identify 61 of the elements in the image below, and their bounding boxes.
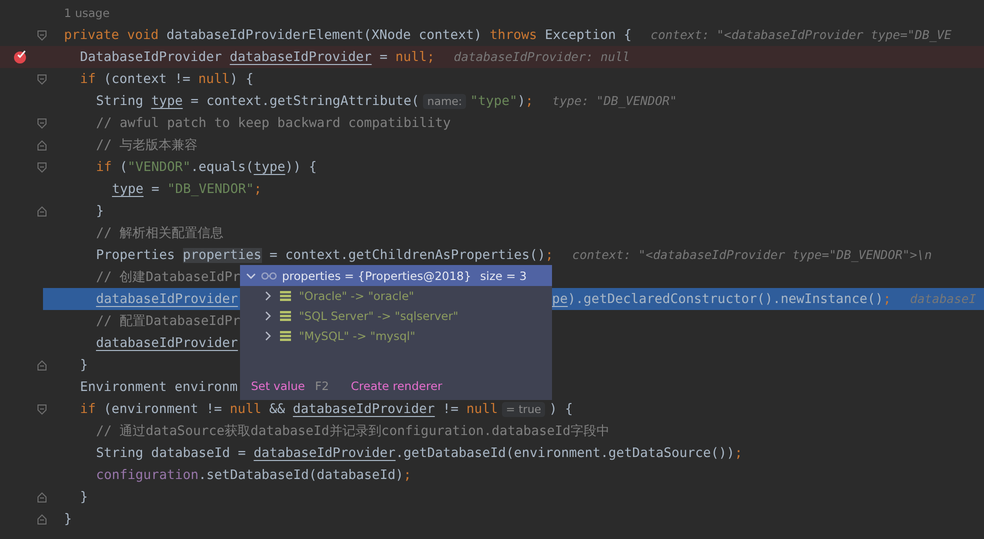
variable-value: properties = {Properties@2018} [282, 268, 472, 282]
chevron-right-icon[interactable] [264, 311, 272, 321]
code-text: databaseIdProvider [96, 292, 238, 306]
code-text: Properties properties = context.getChildrenAsProperties(); [96, 248, 554, 262]
code-comment: // 通过dataSource获取databaseId并记录到configuration.databaseId字段中 [96, 423, 610, 440]
fold-open-icon[interactable] [37, 118, 47, 128]
code-text: configuration.setDatabaseId(databaseId); [96, 468, 412, 482]
breakpoint-icon[interactable] [13, 50, 27, 64]
popup-action-link[interactable]: Create renderer [350, 379, 442, 393]
code-comment: // awful patch to keep backward compatibility [96, 116, 451, 130]
chevron-right-icon[interactable] [264, 291, 272, 301]
fold-close-icon[interactable] [37, 492, 47, 502]
code-text: databaseIdProvider [96, 336, 238, 350]
inline-value-hint: databaseI [910, 292, 976, 306]
map-entry[interactable]: "Oracle" -> "oracle" [299, 289, 414, 303]
code-comment: // 创建DatabaseIdPr [96, 269, 240, 286]
inline-value-hint: type: "DB_VENDOR" [552, 94, 677, 108]
inline-value-hint: databaseIdProvider: null [454, 50, 630, 64]
map-entry[interactable]: "MySQL" -> "mysql" [299, 329, 416, 343]
code-text: if ("VENDOR".equals(type)) { [96, 160, 317, 174]
chevron-right-icon[interactable] [264, 331, 272, 341]
code-text: type = "DB_VENDOR"; [112, 182, 262, 196]
fold-open-icon[interactable] [37, 30, 47, 40]
map-entry-icon [280, 291, 291, 301]
code-comment: // 与老版本兼容 [96, 137, 198, 154]
code-text: private void databaseIdProviderElement(XNode context) throws Exception { [64, 28, 632, 42]
fold-close-icon[interactable] [37, 514, 47, 524]
code-text: "type"); [470, 94, 534, 108]
fold-open-icon[interactable] [37, 404, 47, 414]
code-text: } [80, 358, 88, 372]
fold-close-icon[interactable] [37, 140, 47, 150]
code-text: } [96, 204, 104, 218]
parameter-inlay-hint: = true [502, 402, 546, 416]
map-entry-icon [280, 311, 291, 321]
code-comment: // 解析相关配置信息 [96, 225, 224, 242]
code-text: pe).getDeclaredConstructor().newInstance(); [552, 292, 891, 306]
map-entry[interactable]: "SQL Server" -> "sqlserver" [299, 309, 458, 323]
inline-value-hint: context: "<databaseIdProvider type="DB_VENDOR">\n [572, 248, 932, 262]
code-comment: // 配置DatabaseIdPr [96, 313, 240, 330]
variable-size: size = 3 [480, 268, 527, 282]
glasses-icon [261, 272, 277, 280]
fold-open-icon[interactable] [37, 74, 47, 84]
code-text: String type = context.getStringAttribute( [96, 94, 420, 108]
code-text: String databaseId = databaseIdProvider.getDatabaseId(environment.getDataSource()); [96, 446, 742, 460]
code-text: ) { [549, 402, 573, 416]
fold-open-icon[interactable] [37, 162, 47, 172]
fold-close-icon[interactable] [37, 360, 47, 370]
code-text: DatabaseIdProvider databaseIdProvider = null; [80, 50, 435, 64]
usage-count[interactable]: 1 usage [64, 6, 110, 20]
fold-close-icon[interactable] [37, 206, 47, 216]
popup-action-link[interactable]: Set value [251, 379, 305, 393]
shortcut-hint: F2 [314, 379, 329, 393]
inline-value-hint: context: "<databaseIdProvider type="DB_VE [650, 28, 952, 42]
chevron-down-icon[interactable] [246, 272, 256, 280]
map-entry-icon [280, 331, 291, 341]
code-text: if (environment != null && databaseIdProvider != null [80, 402, 498, 416]
code-text: } [64, 512, 72, 526]
code-text: } [80, 490, 88, 504]
code-text: Environment environm [80, 380, 238, 394]
parameter-inlay-hint: name: [423, 94, 466, 108]
code-text: if (context != null) { [80, 72, 254, 86]
